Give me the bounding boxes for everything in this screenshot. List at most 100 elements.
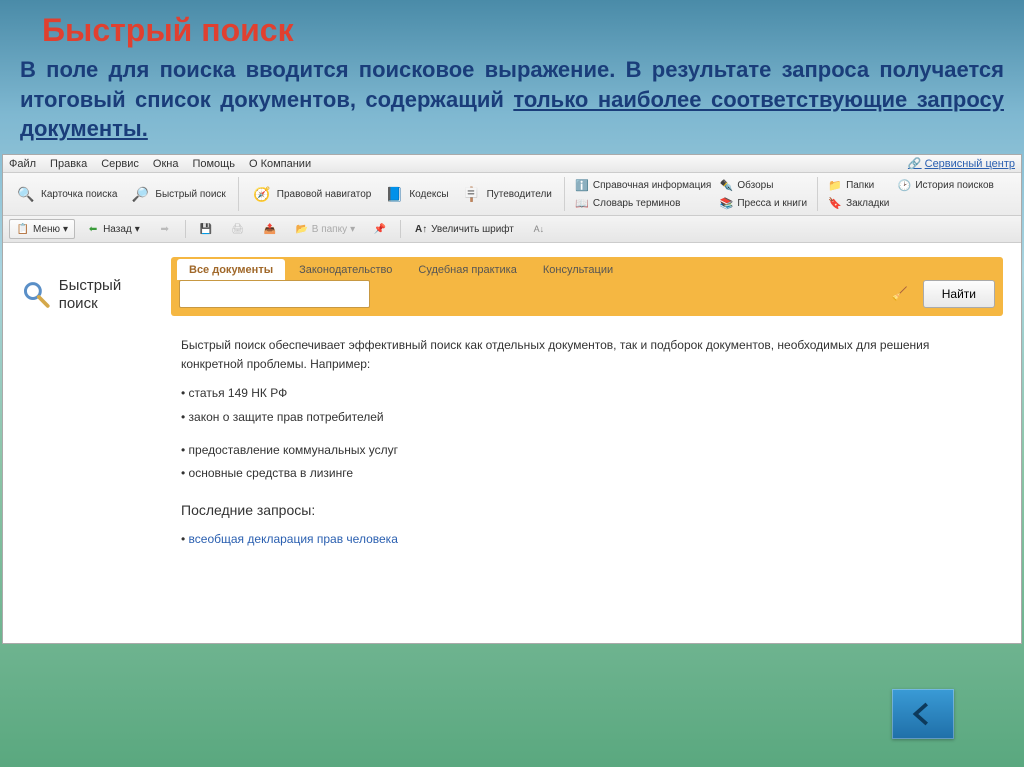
magnifier-icon	[21, 277, 51, 311]
recent-queries-title: Последние запросы:	[181, 499, 993, 521]
quick-search-button[interactable]: 🔎 Быстрый поиск	[123, 179, 231, 209]
tab-consultations[interactable]: Консультации	[531, 259, 625, 280]
find-button[interactable]: Найти	[923, 280, 995, 308]
main-toolbar: 🔍 Карточка поиска 🔎 Быстрый поиск 🧭 Прав…	[3, 173, 1021, 216]
signpost-icon: 🪧	[461, 183, 483, 205]
prev-slide-button[interactable]	[892, 689, 954, 739]
to-folder-button[interactable]: 📂 В папку ▾	[288, 219, 362, 239]
example-item: закон о защите прав потребителей	[181, 406, 993, 429]
folder-add-icon: 📂	[295, 222, 309, 236]
history-icon: 🕑	[897, 178, 911, 192]
slide-title: Быстрый поиск	[0, 0, 1024, 49]
ref-info-button[interactable]: ℹ️ Справочная информация	[571, 177, 715, 193]
menubar-items: Файл Правка Сервис Окна Помощь О Компани…	[9, 158, 311, 170]
history-button[interactable]: 🕑 История поисков	[893, 177, 997, 193]
books-icon: 📚	[719, 196, 733, 210]
service-center-label: Сервисный центр	[925, 158, 1015, 170]
example-item: предоставление коммунальных услуг	[181, 439, 993, 462]
pen-icon: ✒️	[719, 178, 733, 192]
back-button[interactable]: ⬅ Назад ▾	[79, 219, 147, 239]
dict-button[interactable]: 📖 Словарь терминов	[571, 195, 715, 211]
description-block: Быстрый поиск обеспечивает эффективный п…	[171, 316, 1003, 549]
floppy-icon: 💾	[199, 222, 213, 236]
example-item: статья 149 НК РФ	[181, 382, 993, 405]
print-icon: 🖨	[231, 222, 245, 236]
menu-windows[interactable]: Окна	[153, 158, 179, 170]
to-folder-label: В папку	[312, 224, 347, 235]
separator	[400, 220, 401, 238]
bookmarks-label: Закладки	[846, 198, 889, 209]
search-box: Все документы Законодательство Судебная …	[171, 257, 1003, 316]
guides-button[interactable]: 🪧 Путеводители	[455, 179, 558, 209]
tab-court-practice[interactable]: Судебная практика	[406, 259, 528, 280]
bookmark-icon: 🔖	[828, 196, 842, 210]
search-tabs: Все документы Законодательство Судебная …	[171, 257, 1003, 280]
guides-label: Путеводители	[487, 189, 552, 200]
reviews-label: Обзоры	[737, 180, 773, 191]
dict-label: Словарь терминов	[593, 198, 681, 209]
search-input-wrap: 🧹	[179, 280, 915, 308]
folder-icon: 📁	[828, 178, 842, 192]
search-input[interactable]	[179, 280, 370, 308]
arrow-left-icon	[908, 699, 938, 729]
bookmark-add-button[interactable]: 📌	[366, 219, 394, 239]
chevron-down-icon: ▾	[135, 224, 140, 235]
menu-button[interactable]: 📋 Меню ▾	[9, 219, 75, 239]
card-search-button[interactable]: 🔍 Карточка поиска	[9, 179, 123, 209]
legal-nav-button[interactable]: 🧭 Правовой навигатор	[245, 179, 378, 209]
press-label: Пресса и книги	[737, 198, 807, 209]
app-window: Файл Правка Сервис Окна Помощь О Компани…	[2, 154, 1022, 644]
example-item: основные средства в лизинге	[181, 462, 993, 485]
chevron-down-icon: ▾	[350, 224, 355, 235]
tab-all-documents[interactable]: Все документы	[177, 259, 285, 280]
folders-label: Папки	[846, 180, 874, 191]
quick-search-heading-text: Быстрый поиск	[59, 277, 151, 313]
codex-button[interactable]: 📘 Кодексы	[377, 179, 454, 209]
press-button[interactable]: 📚 Пресса и книги	[715, 195, 811, 211]
content-area: Быстрый поиск Все документы Законодатель…	[3, 243, 1021, 643]
menu-about[interactable]: О Компании	[249, 158, 311, 170]
legal-nav-label: Правовой навигатор	[277, 189, 372, 200]
slide-description: В поле для поиска вводится поисковое выр…	[0, 49, 1024, 154]
card-search-label: Карточка поиска	[41, 189, 117, 200]
forward-button[interactable]: ➡	[151, 219, 179, 239]
menu-file[interactable]: Файл	[9, 158, 36, 170]
dictionary-icon: 📖	[575, 196, 589, 210]
menu-icon: 📋	[16, 222, 30, 236]
back-label: Назад	[103, 224, 132, 235]
tab-legislation[interactable]: Законодательство	[287, 259, 404, 280]
separator	[185, 220, 186, 238]
font-decrease-icon: A↓	[532, 222, 546, 236]
chevron-down-icon: ▾	[63, 224, 68, 235]
print-button[interactable]: 🖨	[224, 219, 252, 239]
bookmarks-button[interactable]: 🔖 Закладки	[824, 195, 893, 211]
ref-info-label: Справочная информация	[593, 180, 711, 191]
recent-query-link[interactable]: всеобщая декларация прав человека	[181, 530, 993, 549]
clear-input-icon[interactable]: 🧹	[891, 285, 909, 303]
arrow-left-icon: ⬅	[86, 222, 100, 236]
shrink-font-button[interactable]: A↓	[525, 219, 553, 239]
menu-service[interactable]: Сервис	[101, 158, 139, 170]
menu-btn-label: Меню	[33, 224, 60, 235]
description-intro: Быстрый поиск обеспечивает эффективный п…	[181, 336, 993, 374]
link-icon: 🔗	[908, 157, 922, 170]
enlarge-font-button[interactable]: A↑ Увеличить шрифт	[407, 219, 521, 239]
export-icon: 📤	[263, 222, 277, 236]
quick-search-icon: 🔎	[129, 183, 151, 205]
examples-list: статья 149 НК РФ закон о защите прав пот…	[181, 382, 993, 485]
folders-button[interactable]: 📁 Папки	[824, 177, 893, 193]
info-icon: ℹ️	[575, 178, 589, 192]
save-button[interactable]: 💾	[192, 219, 220, 239]
search-panel: Все документы Законодательство Судебная …	[171, 257, 1003, 623]
history-label: История поисков	[915, 180, 993, 191]
service-center-link[interactable]: 🔗 Сервисный центр	[908, 157, 1015, 170]
secondary-toolbar: 📋 Меню ▾ ⬅ Назад ▾ ➡ 💾 🖨 📤 📂 В папку ▾ 📌…	[3, 216, 1021, 243]
font-increase-icon: A↑	[414, 222, 428, 236]
quick-search-heading: Быстрый поиск	[21, 257, 151, 623]
menu-edit[interactable]: Правка	[50, 158, 87, 170]
menu-help[interactable]: Помощь	[192, 158, 235, 170]
arrow-right-icon: ➡	[158, 222, 172, 236]
quick-search-label: Быстрый поиск	[155, 189, 225, 200]
reviews-button[interactable]: ✒️ Обзоры	[715, 177, 811, 193]
export-button[interactable]: 📤	[256, 219, 284, 239]
